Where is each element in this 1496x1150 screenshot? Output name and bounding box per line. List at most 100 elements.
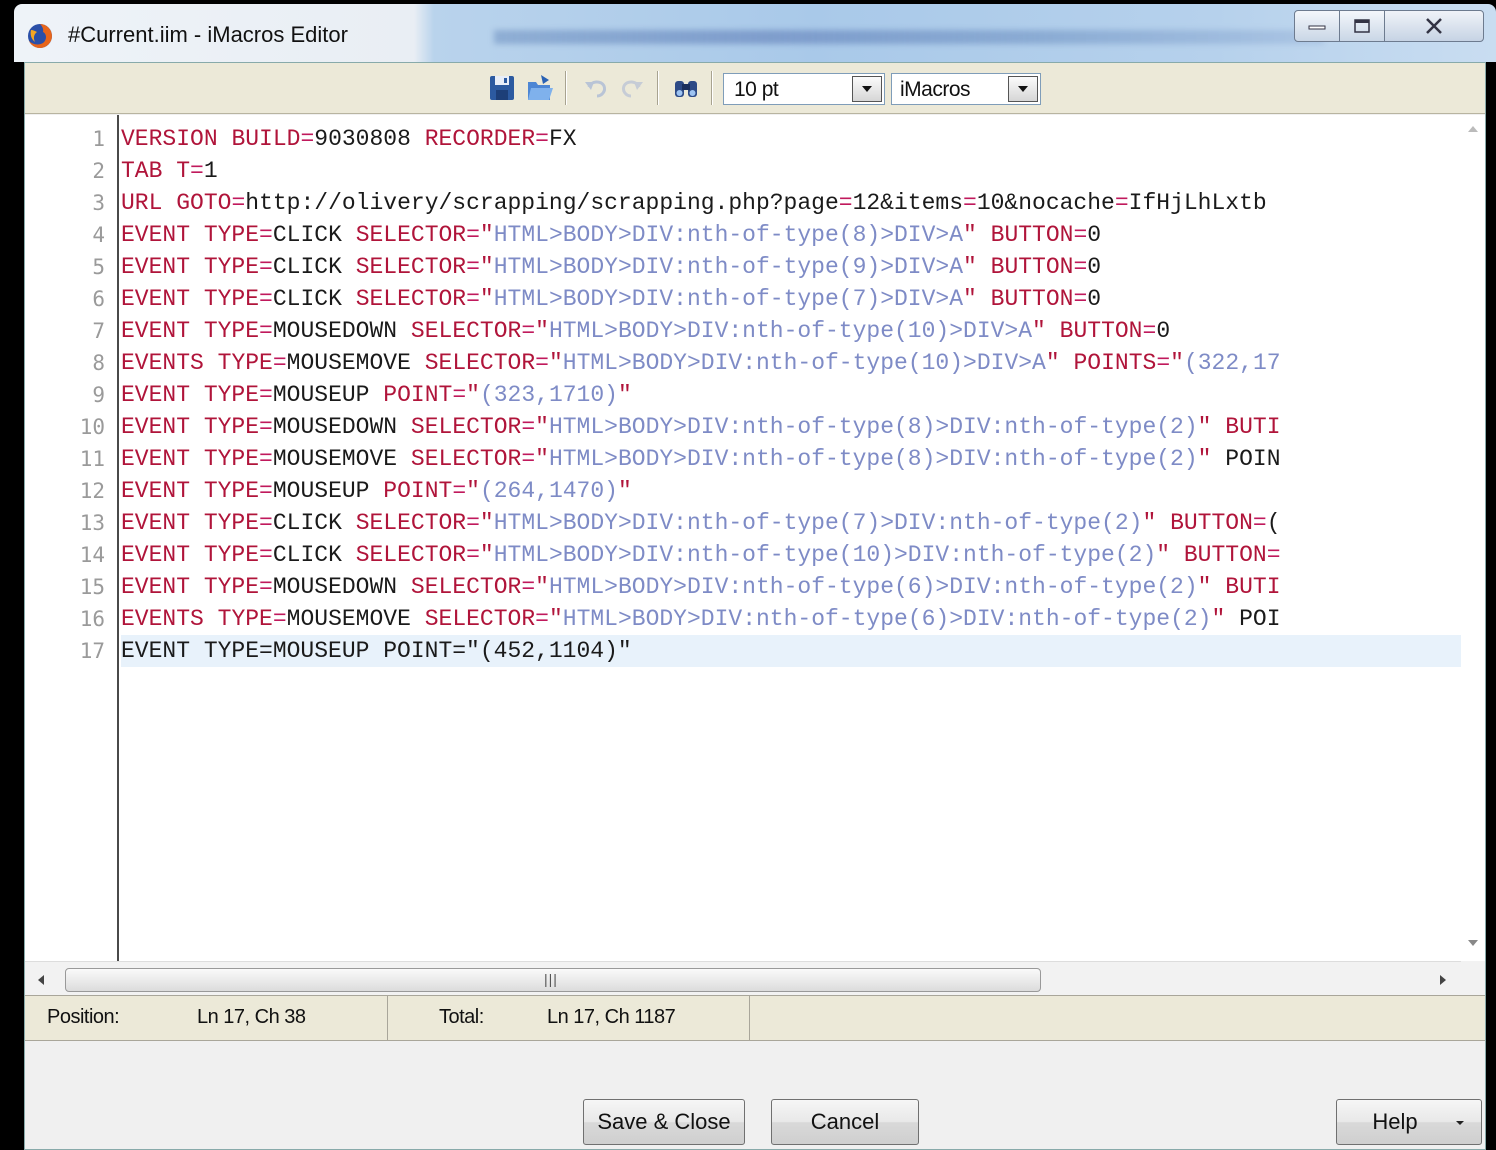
- code-token: TYPE: [203, 382, 260, 408]
- code-line[interactable]: EVENT TYPE=CLICK SELECTOR="HTML>BODY>DIV…: [121, 539, 1461, 571]
- code-line[interactable]: EVENT TYPE=MOUSEDOWN SELECTOR="HTML>BODY…: [121, 411, 1461, 443]
- code-token: MOUSEDOWN: [272, 574, 398, 600]
- code-token: EVENT: [121, 286, 191, 312]
- code-token: EVENT: [121, 318, 191, 344]
- close-icon: [1426, 18, 1442, 34]
- code-token: (: [1266, 510, 1281, 536]
- chevron-down-icon: [862, 86, 872, 92]
- font-size-dropdown-button[interactable]: [852, 76, 882, 102]
- code-token: EVENT: [121, 510, 191, 536]
- code-token: =: [1073, 286, 1088, 312]
- code-token: =: [272, 350, 287, 376]
- line-number: 4: [92, 223, 105, 247]
- syntax-dropdown-button[interactable]: [1008, 76, 1038, 102]
- code-line[interactable]: VERSION BUILD=9030808 RECORDER=FX: [121, 123, 1461, 155]
- code-token: CLICK: [272, 542, 342, 568]
- title-bar[interactable]: #Current.iim - iMacros Editor: [14, 4, 1496, 62]
- code-token: =: [1142, 318, 1157, 344]
- code-line[interactable]: EVENT TYPE=MOUSEUP POINT="(264,1470)": [121, 475, 1461, 507]
- firefox-icon: [28, 24, 52, 48]
- code-token: =: [259, 286, 273, 312]
- code-token: 0: [1087, 286, 1102, 312]
- open-icon[interactable]: [525, 73, 555, 103]
- code-line[interactable]: TAB T=1: [121, 155, 1461, 187]
- line-number: 15: [79, 575, 105, 599]
- redo-icon[interactable]: [617, 73, 647, 103]
- code-token: POI: [1239, 606, 1281, 632]
- code-token: TYPE: [203, 446, 260, 472]
- code-token: (322,17: [1183, 350, 1281, 376]
- horizontal-scrollbar[interactable]: |||: [25, 961, 1461, 996]
- code-editor[interactable]: 1 2 3 4 5 6 7 8 9 10 11 12 13 14 15 16 17 VERSION BUILD=…: [25, 115, 1485, 996]
- code-token: MOUSEMOVE: [272, 446, 398, 472]
- code-token: ": [548, 350, 563, 376]
- vertical-scrollbar[interactable]: [1461, 115, 1485, 961]
- code-line[interactable]: EVENTS TYPE=MOUSEMOVE SELECTOR="HTML>BOD…: [121, 603, 1461, 635]
- code-token: BUTI: [1225, 574, 1281, 600]
- close-button[interactable]: [1384, 10, 1484, 42]
- code-token: =: [259, 254, 273, 280]
- position-label: Position:: [47, 1006, 120, 1028]
- find-icon[interactable]: [671, 73, 701, 103]
- total-value: Ln 17, Ch 1187: [547, 1006, 676, 1028]
- horizontal-scroll-thumb[interactable]: |||: [65, 968, 1041, 992]
- code-token: (264,1470): [479, 478, 618, 504]
- cancel-button[interactable]: Cancel: [771, 1099, 919, 1145]
- code-token: CLICK: [272, 222, 342, 248]
- code-token: HTML>BODY>DIV:nth-of-type(6)>DIV:nth-of-…: [548, 574, 1198, 600]
- code-token: ": [479, 254, 494, 280]
- code-token: =: [466, 510, 480, 536]
- save-icon[interactable]: [487, 73, 517, 103]
- undo-icon[interactable]: [581, 73, 611, 103]
- code-line[interactable]: EVENT TYPE=MOUSEMOVE SELECTOR="HTML>BODY…: [121, 443, 1461, 475]
- font-size-select[interactable]: 10 pt: [723, 73, 885, 105]
- toolbar: 10 pt iMacros: [25, 63, 1485, 114]
- code-token: BUILD: [231, 126, 301, 152]
- code-token: ": [535, 318, 549, 344]
- code-line[interactable]: EVENTS TYPE=MOUSEMOVE SELECTOR="HTML>BOD…: [121, 347, 1461, 379]
- code-token: 0: [1087, 222, 1102, 248]
- code-token: SELECTOR: [355, 542, 467, 568]
- code-line[interactable]: EVENT TYPE=MOUSEDOWN SELECTOR="HTML>BODY…: [121, 571, 1461, 603]
- line-number: 13: [79, 511, 105, 535]
- line-number: 11: [79, 447, 105, 471]
- code-token: POIN: [1225, 446, 1281, 472]
- code-line[interactable]: EVENT TYPE=MOUSEUP POINT="(452,1104)": [121, 635, 1461, 667]
- code-token: =: [963, 190, 977, 216]
- code-line[interactable]: EVENT TYPE=MOUSEDOWN SELECTOR="HTML>BODY…: [121, 315, 1461, 347]
- maximize-button[interactable]: [1339, 10, 1385, 42]
- code-line[interactable]: EVENT TYPE=MOUSEUP POINT="(323,1710)": [121, 379, 1461, 411]
- scroll-right-icon[interactable]: [1439, 974, 1447, 986]
- line-number-gutter: 1 2 3 4 5 6 7 8 9 10 11 12 13 14 15 16 17: [25, 115, 117, 995]
- code-token: MOUSEMOVE: [286, 606, 411, 632]
- code-token: =: [190, 158, 204, 184]
- scroll-up-icon[interactable]: [1467, 125, 1479, 133]
- code-token: POINT: [383, 478, 453, 504]
- code-line[interactable]: EVENT TYPE=CLICK SELECTOR="HTML>BODY>DIV…: [121, 507, 1461, 539]
- code-token: 9030808: [314, 126, 411, 152]
- minimize-button[interactable]: [1294, 10, 1340, 42]
- code-line[interactable]: URL GOTO=http://olivery/scrapping/scrapp…: [121, 187, 1461, 219]
- help-button[interactable]: Help: [1336, 1099, 1482, 1145]
- code-line[interactable]: EVENT TYPE=CLICK SELECTOR="HTML>BODY>DIV…: [121, 283, 1461, 315]
- code-token: BUTI: [1225, 414, 1281, 440]
- scroll-left-icon[interactable]: [37, 974, 45, 986]
- scroll-down-icon[interactable]: [1467, 939, 1479, 947]
- syntax-select[interactable]: iMacros: [891, 73, 1041, 105]
- code-line[interactable]: EVENT TYPE=CLICK SELECTOR="HTML>BODY>DIV…: [121, 219, 1461, 251]
- code-token: VERSION: [121, 126, 218, 152]
- save-close-button[interactable]: Save & Close: [583, 1099, 745, 1145]
- code-line[interactable]: EVENT TYPE=CLICK SELECTOR="HTML>BODY>DIV…: [121, 251, 1461, 283]
